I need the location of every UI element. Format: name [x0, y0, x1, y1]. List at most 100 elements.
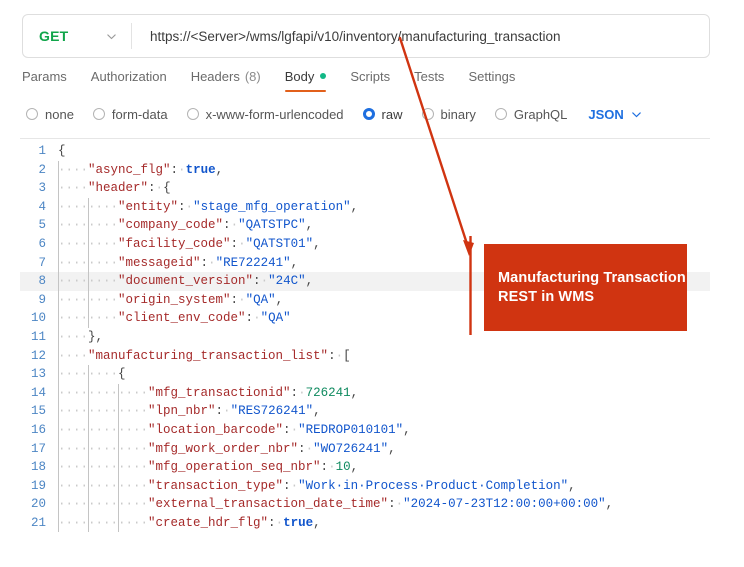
tab-scripts[interactable]: Scripts [350, 69, 404, 92]
code-token: · [178, 162, 186, 177]
line-number: 17 [30, 441, 46, 456]
code-token: · [223, 404, 231, 419]
code-token: "RE722241" [215, 255, 291, 270]
whitespace-dots: ···· [58, 162, 89, 177]
radio-form-data[interactable]: form-data [92, 107, 168, 122]
code-content: ········{ [58, 365, 710, 384]
code-token: true [185, 162, 216, 177]
radio-raw[interactable]: raw [362, 107, 403, 122]
code-token: : [223, 218, 231, 233]
code-token: : [230, 236, 239, 251]
code-token: : [245, 311, 254, 326]
tab-body[interactable]: Body [284, 69, 341, 92]
code-token: : [298, 441, 306, 456]
code-content: ············"mfg_work_order_nbr":·"WO726… [58, 439, 710, 459]
chevron-down-icon [631, 109, 642, 120]
code-token: "manufacturing_transaction_list" [88, 348, 329, 363]
body-format-label: JSON [588, 106, 624, 122]
indent-guide [88, 272, 90, 291]
body-format-selector[interactable]: JSON [588, 107, 641, 122]
body-modified-dot-icon [320, 73, 327, 79]
code-line: 17 ············"mfg_work_order_nbr":·"WO7… [20, 439, 710, 459]
whitespace-dots: ············ [58, 460, 149, 475]
indent-guide [118, 383, 120, 403]
line-number: 11 [30, 329, 46, 344]
radio-raw-circle-icon [362, 108, 375, 120]
json-body-editor[interactable]: 1{2 ····"async_flg":·true, 3 ····"header":·… [20, 142, 710, 542]
code-token: "entity" [118, 199, 179, 214]
indent-guide [88, 253, 90, 273]
whitespace-dots: ············ [58, 441, 149, 456]
http-method-selector[interactable]: GET [23, 15, 131, 57]
tab-headers[interactable]: Headers (8) [191, 69, 275, 92]
code-token: "WO726241" [313, 441, 389, 456]
code-token: } [88, 329, 96, 344]
line-number: 8 [38, 274, 46, 289]
tab-params-label: Params [22, 68, 67, 84]
indent-guide [88, 439, 90, 459]
code-token: : [283, 422, 291, 437]
code-token: { [118, 367, 126, 382]
indent-guide [58, 402, 59, 421]
line-number: 1 [38, 144, 46, 158]
indent-guide [118, 458, 120, 477]
radio-x-www-form-urlencoded-label: x-www-form-urlencoded [205, 106, 344, 122]
tab-params[interactable]: Params [22, 69, 81, 92]
indent-guide [58, 216, 59, 235]
radio-x-www-form-urlencoded[interactable]: x-www-form-urlencoded [186, 106, 344, 122]
tab-tests[interactable]: Tests [414, 69, 458, 92]
code-token: "document_version" [118, 274, 254, 289]
code-token: · [275, 515, 284, 530]
editor-top-divider [20, 138, 710, 139]
indent-guide [88, 216, 90, 235]
indent-guide [58, 290, 59, 310]
line-number: 20 [30, 497, 46, 512]
code-token: 726241 [305, 385, 351, 400]
code-token: : [170, 162, 179, 177]
radio-graphql[interactable]: GraphQL [494, 107, 567, 122]
code-token: : [230, 292, 239, 307]
tab-scripts-label: Scripts [350, 68, 391, 84]
indent-guide [88, 197, 90, 217]
body-type-radio-group: none form-data x-www-form-urlencoded raw… [26, 102, 642, 126]
radio-binary-label: binary [440, 106, 476, 122]
indent-guide [88, 290, 90, 310]
line-number: 10 [30, 311, 46, 326]
indent-guide [88, 365, 90, 384]
code-token: "2024-07-23T12:00:00+00:00" [403, 497, 606, 512]
whitespace-dots: ············ [58, 478, 149, 493]
code-token: , [313, 515, 321, 530]
code-token: "QA" [260, 311, 291, 326]
code-line: 12 ····"manufacturing_transaction_list":·… [20, 346, 710, 366]
indent-guide [58, 365, 59, 384]
whitespace-dots: ············ [58, 404, 149, 419]
radio-binary[interactable]: binary [421, 106, 476, 122]
code-token: true [283, 515, 314, 530]
code-content: { [58, 142, 710, 161]
radio-none-label: none [45, 106, 74, 122]
whitespace-dots: ············ [58, 422, 149, 437]
code-token: : [268, 515, 276, 530]
indent-guide [58, 383, 59, 403]
request-tab-bar: Params Authorization Headers (8) Body Sc… [22, 66, 539, 94]
radio-none[interactable]: none [26, 107, 74, 122]
code-token: "QATSTPC" [238, 218, 306, 233]
tab-authorization[interactable]: Authorization [91, 69, 181, 92]
code-token: · [238, 236, 246, 251]
code-token: "QA" [245, 292, 276, 307]
indent-guide [58, 272, 59, 291]
code-line: 1{ [20, 142, 710, 161]
code-token: "create_hdr_flg" [148, 515, 269, 530]
code-token: , [275, 292, 284, 307]
code-token: { [58, 144, 66, 158]
code-token: : [253, 274, 261, 289]
line-number: 12 [30, 348, 46, 363]
line-number: 14 [30, 385, 46, 400]
code-token: , [350, 460, 359, 475]
indent-guide [88, 495, 90, 514]
code-line: 2 ····"async_flg":·true, [20, 160, 710, 180]
tab-settings[interactable]: Settings [468, 69, 529, 92]
code-token: , [350, 199, 359, 214]
code-token: , [95, 329, 104, 344]
url-input[interactable]: https://<Server>/wms/lgfapi/v10/inventor… [132, 15, 709, 57]
